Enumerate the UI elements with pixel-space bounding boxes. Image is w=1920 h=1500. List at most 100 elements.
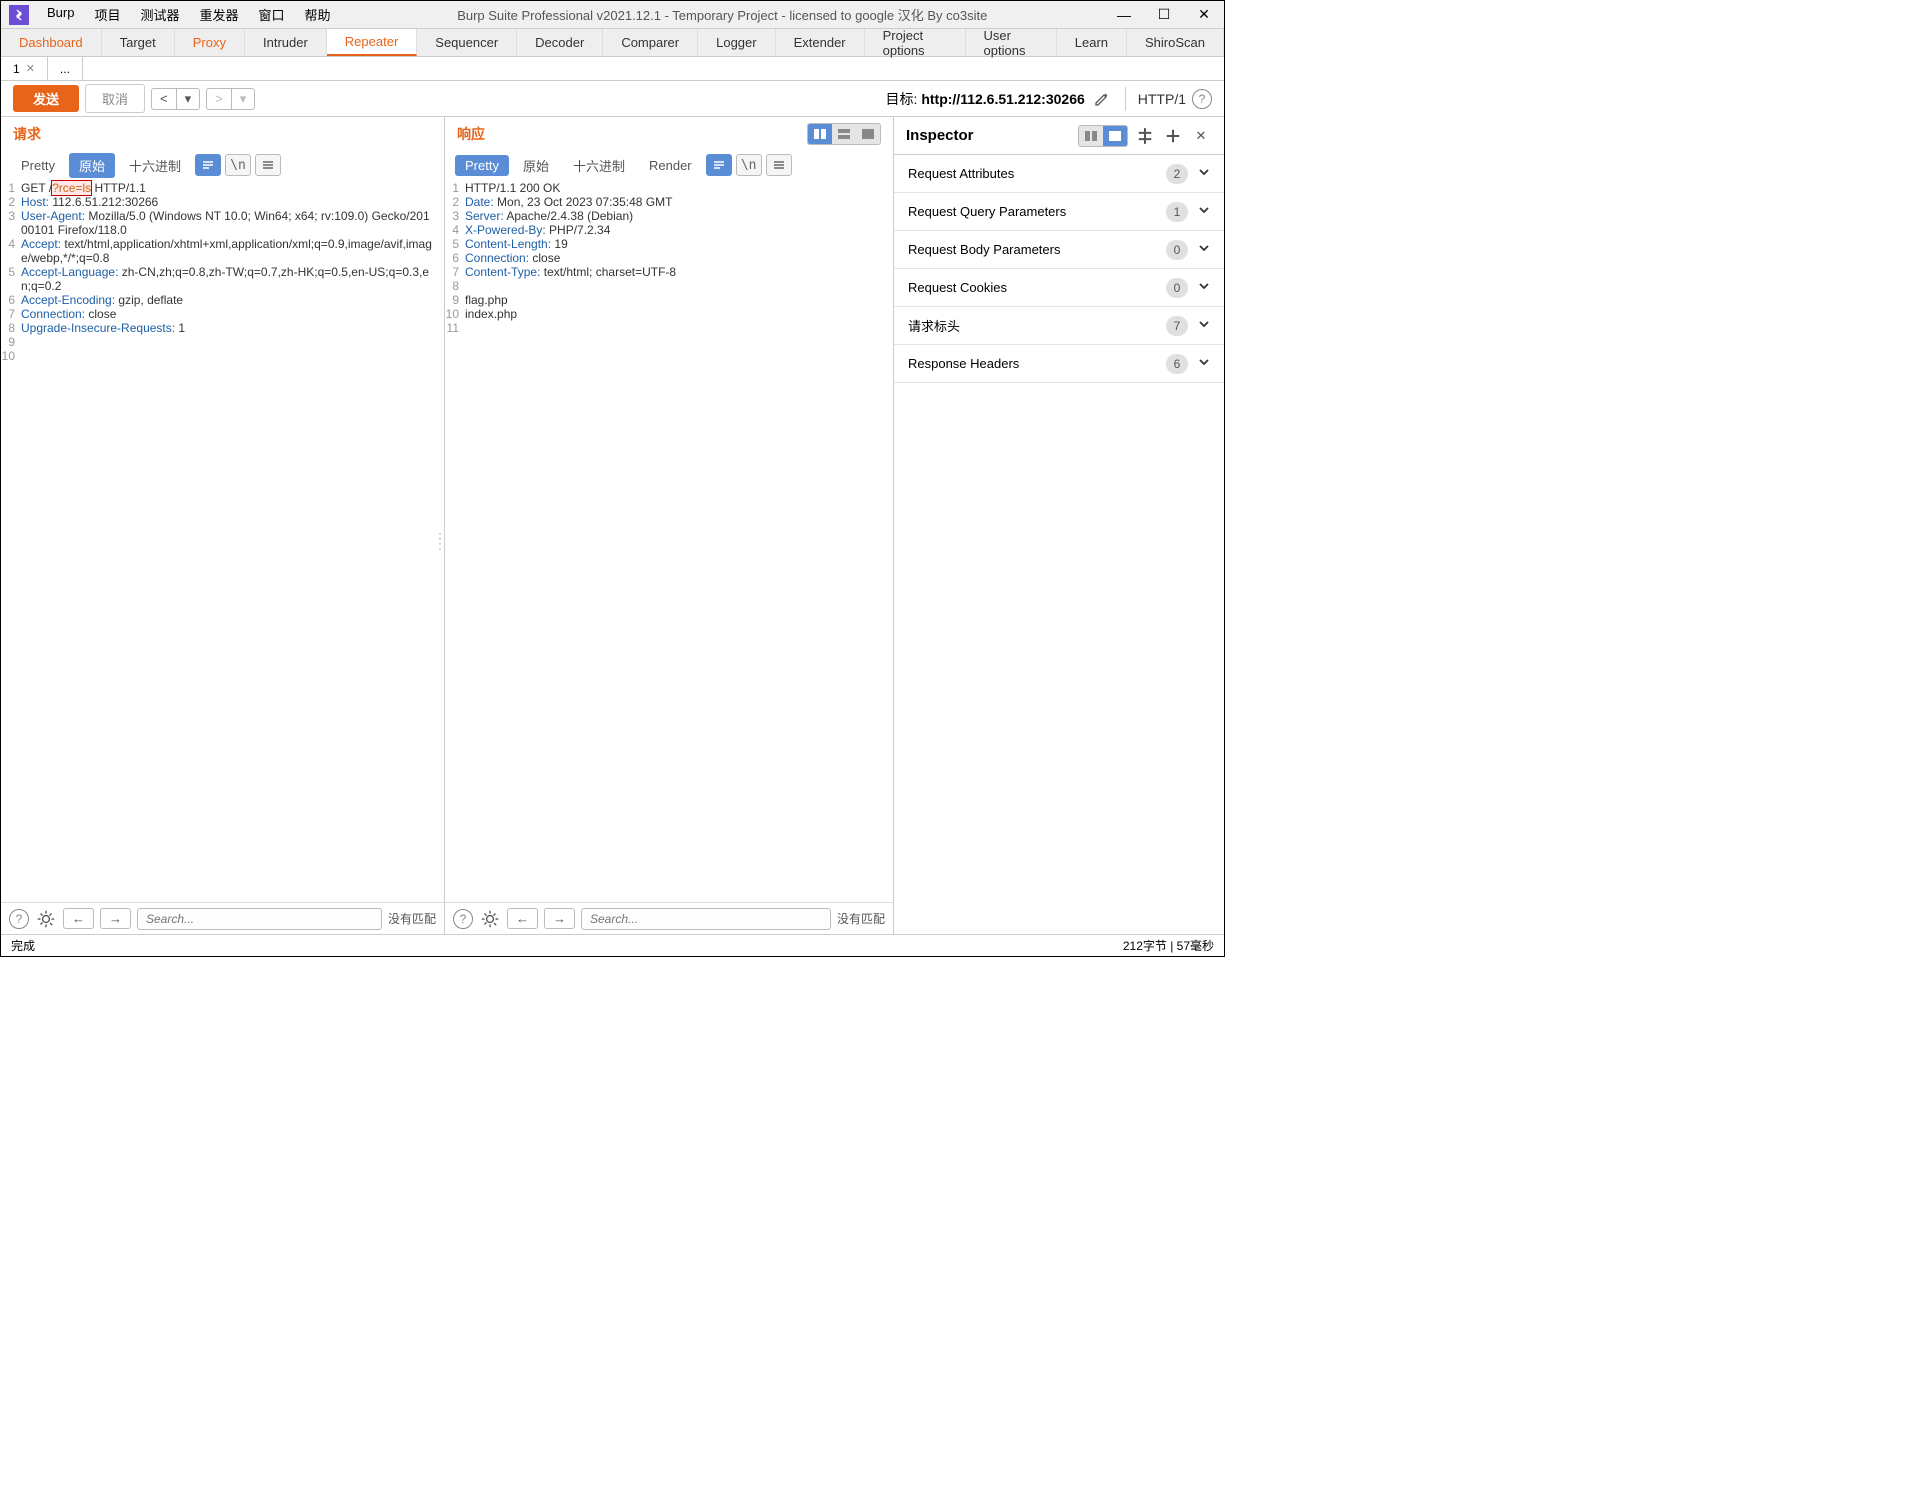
main-tab-repeater[interactable]: Repeater — [327, 29, 417, 56]
layout-columns-icon[interactable] — [808, 124, 832, 144]
editor-line[interactable]: 1GET /?rce=ls HTTP/1.1 — [1, 181, 444, 195]
response-help-icon[interactable]: ? — [453, 909, 473, 929]
inspector-item-1[interactable]: Request Query Parameters1 — [894, 193, 1224, 231]
request-next-match[interactable]: → — [100, 908, 131, 929]
main-tab-extender[interactable]: Extender — [776, 29, 865, 56]
maximize-button[interactable]: ☐ — [1144, 1, 1184, 29]
response-next-match[interactable]: → — [544, 908, 575, 929]
inspector-item-4[interactable]: 请求标头7 — [894, 307, 1224, 345]
editor-line[interactable]: 4X-Powered-By: PHP/7.2.34 — [445, 223, 893, 237]
request-prev-match[interactable]: ← — [63, 908, 94, 929]
line-number: 4 — [445, 223, 465, 237]
request-search-input[interactable] — [137, 908, 382, 930]
editor-line[interactable]: 3User-Agent: Mozilla/5.0 (Windows NT 10.… — [1, 209, 444, 237]
menu-project[interactable]: 项目 — [84, 5, 130, 24]
menu-repeater[interactable]: 重发器 — [190, 5, 249, 24]
view-tab-render[interactable]: Render — [639, 155, 702, 176]
response-editor[interactable]: 1HTTP/1.1 200 OK2Date: Mon, 23 Oct 2023 … — [445, 179, 893, 902]
editor-line[interactable]: 7Connection: close — [1, 307, 444, 321]
response-prev-match[interactable]: ← — [507, 908, 538, 929]
menu-tester[interactable]: 测试器 — [130, 5, 189, 24]
resize-handle-icon[interactable]: ⋮⋮ — [433, 536, 444, 546]
editor-line[interactable]: 1HTTP/1.1 200 OK — [445, 181, 893, 195]
help-icon[interactable]: ? — [1192, 89, 1212, 109]
line-number: 9 — [1, 335, 21, 349]
inspector-close-icon[interactable]: ✕ — [1190, 125, 1212, 147]
inspector-item-5[interactable]: Response Headers6 — [894, 345, 1224, 383]
editor-line[interactable]: 10index.php — [445, 307, 893, 321]
main-tab-target[interactable]: Target — [102, 29, 175, 56]
send-button[interactable]: 发送 — [13, 85, 79, 112]
editor-line[interactable]: 6Accept-Encoding: gzip, deflate — [1, 293, 444, 307]
editor-line[interactable]: 4Accept: text/html,application/xhtml+xml… — [1, 237, 444, 265]
subtab-1[interactable]: ... — [48, 57, 83, 80]
subtab-close-icon[interactable]: ✕ — [26, 62, 35, 75]
menu-window[interactable]: 窗口 — [249, 5, 295, 24]
main-tab-proxy[interactable]: Proxy — [175, 29, 245, 56]
response-search-input[interactable] — [581, 908, 831, 930]
main-tab-learn[interactable]: Learn — [1057, 29, 1127, 56]
view-tab-pretty[interactable]: Pretty — [455, 155, 509, 176]
menu-help[interactable]: 帮助 — [295, 5, 341, 24]
menu-burp[interactable]: Burp — [37, 5, 84, 24]
request-editor[interactable]: ⋮⋮ 1GET /?rce=ls HTTP/1.12Host: 112.6.51… — [1, 179, 444, 902]
main-tab-dashboard[interactable]: Dashboard — [1, 29, 102, 56]
nav-back-button[interactable]: < — [151, 88, 176, 110]
edit-target-icon[interactable] — [1091, 88, 1113, 110]
inspector-layout-a-icon[interactable] — [1079, 126, 1103, 146]
nav-forward-dropdown[interactable]: ▾ — [231, 88, 256, 110]
close-button[interactable]: ✕ — [1184, 1, 1224, 29]
layout-single-icon[interactable] — [856, 124, 880, 144]
nav-back-dropdown[interactable]: ▾ — [176, 88, 201, 110]
view-newline-icon[interactable]: \n — [736, 154, 762, 176]
cancel-button[interactable]: 取消 — [85, 84, 145, 113]
inspector-collapse-icon[interactable] — [1162, 125, 1184, 147]
editor-line[interactable]: 2Host: 112.6.51.212:30266 — [1, 195, 444, 209]
inspector-expand-icon[interactable] — [1134, 125, 1156, 147]
layout-rows-icon[interactable] — [832, 124, 856, 144]
main-tab-logger[interactable]: Logger — [698, 29, 775, 56]
main-tab-comparer[interactable]: Comparer — [603, 29, 698, 56]
view-tab-十六进制[interactable]: 十六进制 — [119, 153, 191, 178]
nav-forward-button[interactable]: > — [206, 88, 231, 110]
minimize-button[interactable]: — — [1104, 1, 1144, 29]
main-tab-intruder[interactable]: Intruder — [245, 29, 327, 56]
response-settings-icon[interactable] — [479, 908, 501, 930]
editor-line[interactable]: 8 — [445, 279, 893, 293]
line-number: 4 — [1, 237, 21, 265]
view-toggle-wrap-icon[interactable] — [706, 154, 732, 176]
editor-line[interactable]: 6Connection: close — [445, 251, 893, 265]
line-number: 10 — [1, 349, 21, 363]
main-tab-shiroscan[interactable]: ShiroScan — [1127, 29, 1224, 56]
inspector-layout-b-icon[interactable] — [1103, 126, 1127, 146]
editor-line[interactable]: 10 — [1, 349, 444, 363]
main-tab-decoder[interactable]: Decoder — [517, 29, 603, 56]
editor-line[interactable]: 7Content-Type: text/html; charset=UTF-8 — [445, 265, 893, 279]
editor-line[interactable]: 2Date: Mon, 23 Oct 2023 07:35:48 GMT — [445, 195, 893, 209]
inspector-item-0[interactable]: Request Attributes2 — [894, 155, 1224, 193]
editor-line[interactable]: 3Server: Apache/2.4.38 (Debian) — [445, 209, 893, 223]
editor-line[interactable]: 5Accept-Language: zh-CN,zh;q=0.8,zh-TW;q… — [1, 265, 444, 293]
editor-line[interactable]: 5Content-Length: 19 — [445, 237, 893, 251]
view-hamburger-icon[interactable] — [255, 154, 281, 176]
http-version[interactable]: HTTP/1 — [1138, 91, 1186, 107]
view-hamburger-icon[interactable] — [766, 154, 792, 176]
view-newline-icon[interactable]: \n — [225, 154, 251, 176]
view-tab-pretty[interactable]: Pretty — [11, 155, 65, 176]
editor-line[interactable]: 9 — [1, 335, 444, 349]
view-toggle-wrap-icon[interactable] — [195, 154, 221, 176]
view-tab-原始[interactable]: 原始 — [69, 153, 115, 178]
editor-line[interactable]: 9flag.php — [445, 293, 893, 307]
editor-line[interactable]: 11 — [445, 321, 893, 335]
main-tab-sequencer[interactable]: Sequencer — [417, 29, 517, 56]
view-tab-十六进制[interactable]: 十六进制 — [563, 153, 635, 178]
inspector-item-3[interactable]: Request Cookies0 — [894, 269, 1224, 307]
request-settings-icon[interactable] — [35, 908, 57, 930]
view-tab-原始[interactable]: 原始 — [513, 153, 559, 178]
inspector-item-2[interactable]: Request Body Parameters0 — [894, 231, 1224, 269]
editor-line[interactable]: 8Upgrade-Insecure-Requests: 1 — [1, 321, 444, 335]
request-help-icon[interactable]: ? — [9, 909, 29, 929]
main-tab-user-options[interactable]: User options — [966, 29, 1057, 56]
main-tab-project-options[interactable]: Project options — [865, 29, 966, 56]
subtab-0[interactable]: 1✕ — [1, 57, 48, 80]
